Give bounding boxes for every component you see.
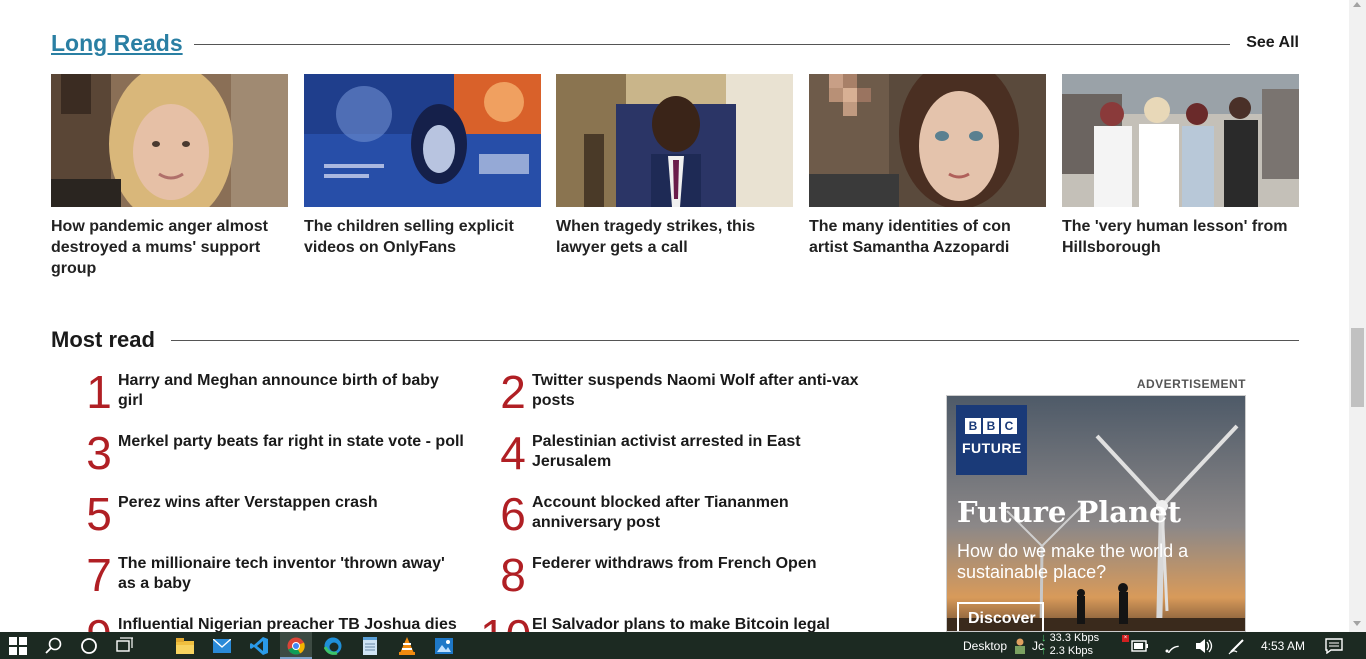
photos-icon[interactable]	[434, 636, 454, 656]
long-read-card[interactable]: The children selling explicit videos on …	[304, 74, 541, 258]
most-read-link[interactable]: Influential Nigerian preacher TB Joshua …	[118, 615, 464, 632]
section-divider	[171, 340, 1299, 341]
long-read-card[interactable]: How pandemic anger almost destroyed a mu…	[51, 74, 288, 279]
card-image-blonde-woman[interactable]	[51, 74, 288, 207]
most-read-link[interactable]: Harry and Meghan announce birth of baby …	[118, 371, 464, 411]
discover-button[interactable]: Discover	[957, 602, 1044, 631]
rank-number: 9	[74, 609, 124, 632]
rank-number: 7	[86, 549, 112, 601]
most-read-item[interactable]: 8 Federer withdraws from French Open	[488, 549, 878, 614]
most-read-item[interactable]: 10 El Salvador plans to make Bitcoin leg…	[480, 610, 878, 632]
most-read-item[interactable]: 1 Harry and Meghan announce birth of bab…	[74, 366, 464, 431]
upload-speed: ↑ 2.3 Kbps	[1041, 645, 1099, 658]
see-all-link[interactable]: See All	[1246, 34, 1299, 52]
wifi-icon[interactable]	[1163, 636, 1183, 656]
most-read-item[interactable]: 5 Perez wins after Verstappen crash	[74, 488, 464, 553]
advert-headline: Future Planet	[957, 495, 1182, 529]
download-arrow-icon: ↓	[1041, 632, 1047, 644]
most-read-item[interactable]: 3 Merkel party beats far right in state …	[74, 427, 464, 492]
network-speed-meter: ↓ 33.3 Kbps ↑ 2.3 Kbps	[1041, 632, 1099, 658]
bbc-letter: C	[1001, 418, 1017, 434]
pen-ink-icon[interactable]	[1227, 636, 1247, 656]
rank-number: 10	[480, 609, 531, 632]
card-image-group-women[interactable]	[1062, 74, 1299, 207]
long-reads-title-link[interactable]: Long Reads	[51, 30, 183, 57]
search-icon[interactable]	[44, 636, 64, 656]
windows-start-icon[interactable]	[8, 636, 28, 656]
bbc-product-name: FUTURE	[962, 440, 1022, 456]
long-read-card[interactable]: When tragedy strikes, this lawyer gets a…	[556, 74, 793, 258]
notepad-icon[interactable]	[360, 636, 380, 656]
mail-icon[interactable]	[212, 636, 232, 656]
user-icon[interactable]	[1013, 636, 1027, 656]
scroll-thumb[interactable]	[1351, 328, 1364, 407]
card-title[interactable]: When tragedy strikes, this lawyer gets a…	[556, 216, 793, 258]
most-read-link[interactable]: Merkel party beats far right in state vo…	[118, 432, 464, 452]
card-title[interactable]: The children selling explicit videos on …	[304, 216, 541, 258]
page-scrollbar[interactable]	[1349, 0, 1366, 632]
card-title[interactable]: The 'very human lesson' from Hillsboroug…	[1062, 216, 1299, 258]
download-speed-value: 33.3 Kbps	[1049, 632, 1100, 644]
taskbar-clock[interactable]: 4:53 AM	[1261, 639, 1305, 653]
action-center-icon[interactable]	[1324, 636, 1344, 656]
long-reads-cards: How pandemic anger almost destroyed a mu…	[51, 74, 1299, 284]
edge-icon[interactable]	[323, 636, 343, 656]
bbc-letter: B	[983, 418, 999, 434]
desktop-toolbar-label[interactable]: Desktop	[963, 639, 1007, 653]
rank-number: 2	[500, 366, 526, 418]
most-read-item[interactable]: 4 Palestinian activist arrested in East …	[488, 427, 878, 492]
battery-icon[interactable]	[1130, 636, 1150, 656]
bbc-future-logo: B B C FUTURE	[956, 405, 1027, 475]
most-read-item[interactable]: 6 Account blocked after Tiananmen annive…	[488, 488, 878, 553]
long-read-card[interactable]: The many identities of con artist Samant…	[809, 74, 1046, 258]
most-read-item[interactable]: 9 Influential Nigerian preacher TB Joshu…	[74, 610, 464, 632]
card-image-selfie[interactable]	[809, 74, 1046, 207]
cortana-icon[interactable]	[79, 636, 99, 656]
long-reads-header: Long Reads See All	[51, 28, 1299, 60]
rank-number: 8	[500, 549, 526, 601]
bbc-blocks: B B C	[965, 418, 1019, 434]
download-speed: ↓ 33.3 Kbps	[1041, 632, 1099, 645]
long-read-card[interactable]: The 'very human lesson' from Hillsboroug…	[1062, 74, 1299, 258]
rank-number: 5	[86, 488, 112, 540]
most-read-link[interactable]: El Salvador plans to make Bitcoin legal	[532, 615, 878, 632]
rank-number: 1	[86, 366, 112, 418]
most-read-link[interactable]: The millionaire tech inventor 'thrown aw…	[118, 554, 464, 594]
most-read-link[interactable]: Twitter suspends Naomi Wolf after anti-v…	[532, 371, 878, 411]
task-view-icon[interactable]	[115, 636, 135, 656]
card-image-collage[interactable]	[304, 74, 541, 207]
most-read-link[interactable]: Federer withdraws from French Open	[532, 554, 878, 574]
most-read-link[interactable]: Account blocked after Tiananmen annivers…	[532, 493, 878, 533]
card-title[interactable]: How pandemic anger almost destroyed a mu…	[51, 216, 288, 279]
rank-number: 6	[500, 488, 526, 540]
windows-taskbar: Desktop Jc ↓ 33.3 Kbps ↑ 2.3 Kbps × 4:53…	[0, 632, 1366, 659]
vlc-icon[interactable]	[397, 636, 417, 656]
upload-arrow-icon: ↑	[1041, 645, 1047, 657]
vscode-icon[interactable]	[249, 636, 269, 656]
section-divider	[194, 44, 1230, 45]
most-read-header: Most read	[51, 325, 1299, 355]
advertisement-label: ADVERTISEMENT	[1136, 377, 1246, 391]
notification-badge-icon: ×	[1122, 635, 1129, 642]
rank-number: 4	[500, 427, 526, 479]
card-image-lawyer[interactable]	[556, 74, 793, 207]
scroll-down-arrow-icon[interactable]	[1353, 621, 1361, 626]
advert-subline: How do we make the world a sustainable p…	[957, 541, 1189, 582]
volume-icon[interactable]	[1195, 636, 1215, 656]
most-read-link[interactable]: Perez wins after Verstappen crash	[118, 493, 464, 513]
rank-number: 3	[86, 427, 112, 479]
scroll-up-arrow-icon[interactable]	[1353, 2, 1361, 7]
webpage-viewport: Long Reads See All How pandemic anger al…	[0, 0, 1349, 632]
most-read-title: Most read	[51, 327, 155, 352]
bbc-letter: B	[965, 418, 981, 434]
chrome-icon[interactable]	[286, 636, 306, 656]
upload-speed-value: 2.3 Kbps	[1049, 645, 1093, 657]
most-read-item[interactable]: 2 Twitter suspends Naomi Wolf after anti…	[488, 366, 878, 431]
most-read-link[interactable]: Palestinian activist arrested in East Je…	[532, 432, 878, 472]
most-read-item[interactable]: 7 The millionaire tech inventor 'thrown …	[74, 549, 464, 614]
advert-banner[interactable]: B B C FUTURE Future Planet How do we mak…	[946, 395, 1246, 632]
card-title[interactable]: The many identities of con artist Samant…	[809, 216, 1046, 258]
file-explorer-icon[interactable]	[175, 636, 195, 656]
